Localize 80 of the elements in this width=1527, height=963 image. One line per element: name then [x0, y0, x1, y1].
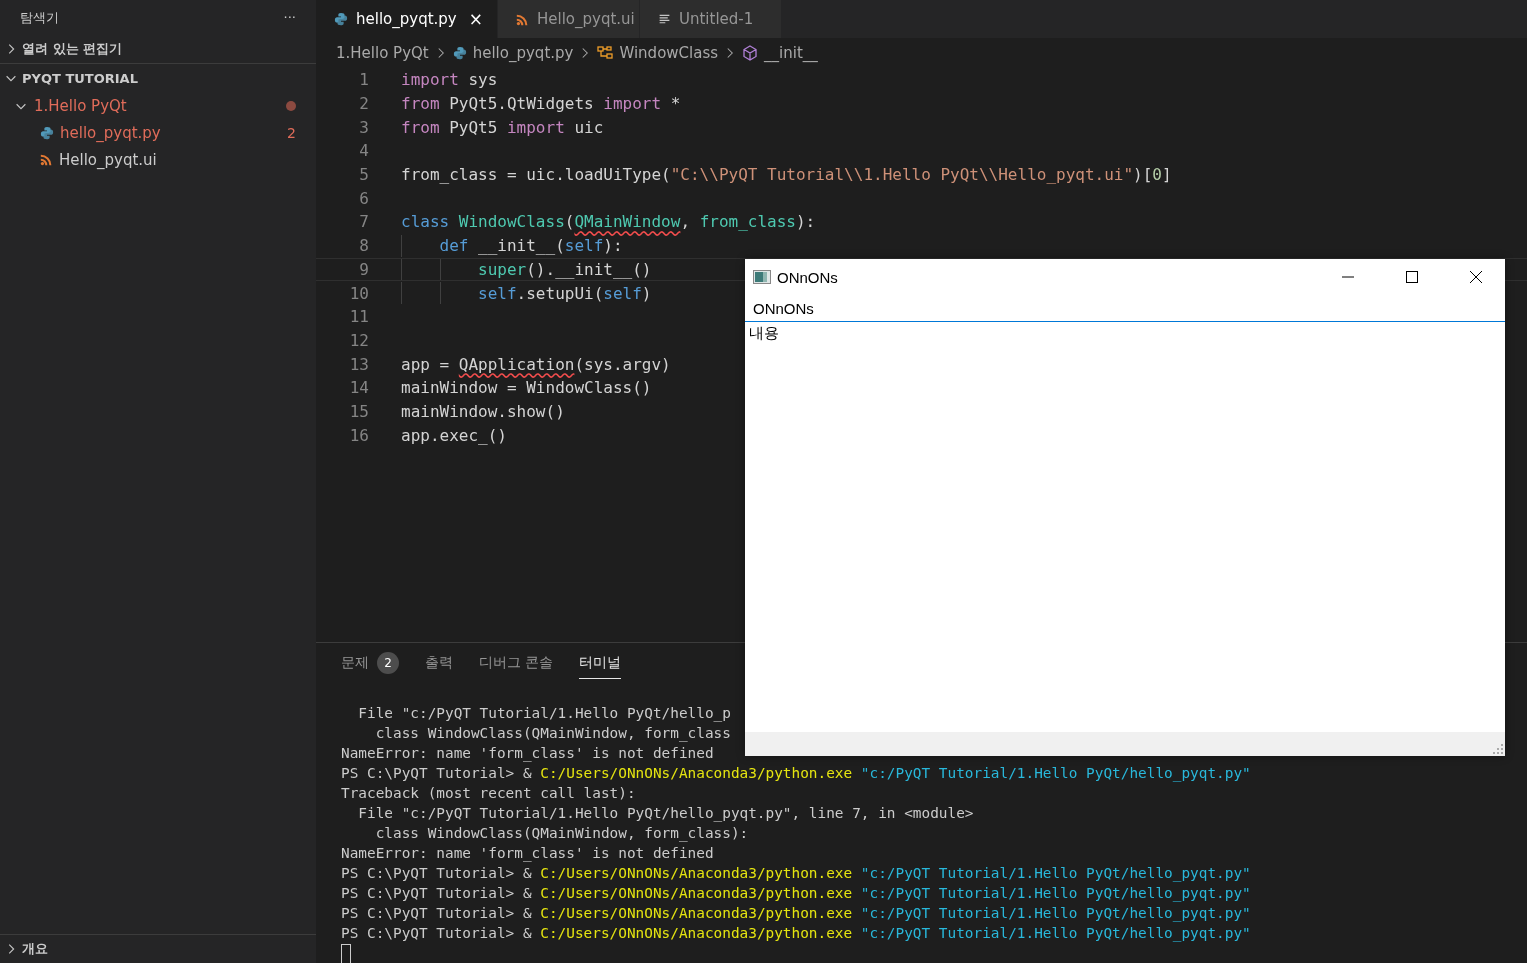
- panel-tab[interactable]: 문제 2: [341, 645, 399, 681]
- line-number: 3: [358, 117, 370, 137]
- line-number: 12: [348, 330, 370, 350]
- rss-icon: [40, 153, 53, 166]
- line-number: 8: [358, 236, 370, 256]
- sidebar-title: 탐색기: [20, 8, 59, 27]
- line-number: 14: [348, 378, 370, 398]
- close-icon: [1470, 271, 1482, 283]
- line-number: 10: [348, 283, 370, 303]
- section-header[interactable]: 열려 있는 편집기: [0, 35, 316, 64]
- resize-grip-icon: [1493, 744, 1503, 754]
- code-line: from PyQt5.QtWidgets import *: [401, 94, 681, 114]
- editor-tab[interactable]: Hello_pyqt.ui: [497, 0, 640, 38]
- python-icon: [40, 125, 54, 140]
- line-number: 13: [348, 354, 370, 374]
- terminal-line: NameError: name 'form_class' is not defined: [341, 844, 714, 863]
- editor-tab[interactable]: Untitled-1: [639, 0, 782, 38]
- code-line: app = QApplication(sys.argv): [401, 354, 671, 374]
- line-number: 1: [358, 70, 370, 90]
- line-number: 4: [358, 141, 370, 161]
- code-line: app.exec_(): [401, 425, 507, 445]
- line-number: 9: [358, 259, 370, 279]
- code-line: mainWindow.show(): [401, 401, 565, 421]
- code-line: from PyQt5 import uic: [401, 117, 604, 137]
- tree-item[interactable]: Hello_pyqt.ui: [59, 150, 296, 169]
- terminal-line: Traceback (most recent call last):: [341, 784, 636, 803]
- terminal-cursor: [341, 944, 351, 963]
- maximize-icon: [1406, 271, 1418, 283]
- editor-tab[interactable]: hello_pyqt.py ×: [316, 0, 498, 38]
- code-line: class WindowClass(QMainWindow, from_class):: [401, 212, 816, 232]
- code-line: mainWindow = WindowClass(): [401, 378, 652, 398]
- line-number: 2: [358, 94, 370, 114]
- code-line: self.setupUi(self): [478, 283, 652, 303]
- breadcrumb-item[interactable]: __init__: [764, 44, 818, 62]
- close-icon[interactable]: ×: [468, 9, 483, 29]
- breadcrumb-item[interactable]: hello_pyqt.py: [472, 44, 574, 62]
- python-icon: [452, 46, 467, 60]
- line-number: 15: [348, 401, 370, 421]
- breadcrumb-item[interactable]: WindowClass: [619, 44, 719, 62]
- panel-tab[interactable]: 터미널: [579, 647, 622, 679]
- cube-icon: [742, 45, 759, 61]
- terminal-line: NameError: name 'form_class' is not defined: [341, 744, 714, 763]
- minimize-icon: [1342, 276, 1354, 278]
- terminal-line: PS C:\PyQT Tutorial> & C:/Users/ONnONs/Anaconda3/python.exe "c:/PyQT Tutorial/1.Hello PyQt/hello_pyqt.py": [341, 764, 1251, 783]
- window-icon: [753, 270, 771, 284]
- line-number: 6: [358, 188, 370, 208]
- line-number: 5: [358, 165, 370, 185]
- line-number: 7: [358, 212, 370, 232]
- terminal-line: File "c:/PyQT Tutorial/1.Hello PyQt/hello_p: [357, 704, 731, 723]
- text-file-icon: [657, 12, 671, 26]
- line-number: 11: [348, 307, 370, 327]
- panel-tab[interactable]: 출력: [425, 647, 453, 679]
- rss-icon: [515, 12, 529, 26]
- terminal-line: PS C:\PyQT Tutorial> & C:/Users/ONnONs/Anaconda3/python.exe "c:/PyQT Tutorial/1.Hello PyQt/hello_pyqt.py": [341, 884, 1251, 903]
- content-text: 내용: [749, 324, 779, 342]
- terminal-line: File "c:/PyQT Tutorial/1.Hello PyQt/hello_pyqt.py", line 7, in <module>: [357, 804, 974, 823]
- more-actions-button[interactable]: ···: [283, 10, 296, 25]
- line-number: 16: [348, 425, 370, 445]
- window-title: ONnONs: [777, 268, 839, 286]
- python-icon: [334, 12, 348, 26]
- problem-badge: 2: [377, 651, 399, 674]
- code-line: def __init__(self):: [439, 236, 623, 256]
- breadcrumb-item[interactable]: 1.Hello PyQt: [336, 44, 429, 62]
- terminal-line: PS C:\PyQT Tutorial> & C:/Users/ONnONs/Anaconda3/python.exe "c:/PyQT Tutorial/1.Hello PyQt/hello_pyqt.py": [341, 924, 1251, 943]
- section-header[interactable]: PYQT TUTORIAL: [0, 64, 316, 92]
- code-line: import sys: [401, 70, 498, 90]
- class-icon: [597, 45, 614, 61]
- panel-tab[interactable]: 디버그 콘솔: [479, 647, 554, 679]
- code-line: from_class = uic.loadUiType("C:\\PyQT Tutorial\\1.Hello PyQt\\Hello_pyqt.ui")[0]: [401, 165, 1172, 185]
- menu-item[interactable]: ONnONs: [753, 299, 814, 317]
- tree-item[interactable]: hello_pyqt.py: [60, 123, 282, 142]
- terminal-line: PS C:\PyQT Tutorial> & C:/Users/ONnONs/Anaconda3/python.exe "c:/PyQT Tutorial/1.Hello PyQt/hello_pyqt.py": [341, 904, 1251, 923]
- code-line: super().__init__(): [478, 259, 652, 279]
- terminal-line: class WindowClass(QMainWindow, form_class: [374, 724, 731, 743]
- modified-dot: [286, 100, 296, 111]
- terminal-line: PS C:\PyQT Tutorial> & C:/Users/ONnONs/Anaconda3/python.exe "c:/PyQT Tutorial/1.Hello PyQt/hello_pyqt.py": [341, 864, 1251, 883]
- problem-count: 2: [287, 124, 296, 141]
- terminal-line: class WindowClass(QMainWindow, form_class):: [374, 824, 749, 843]
- tree-item[interactable]: 1.Hello PyQt: [34, 96, 280, 115]
- section-header[interactable]: 개요: [0, 934, 316, 963]
